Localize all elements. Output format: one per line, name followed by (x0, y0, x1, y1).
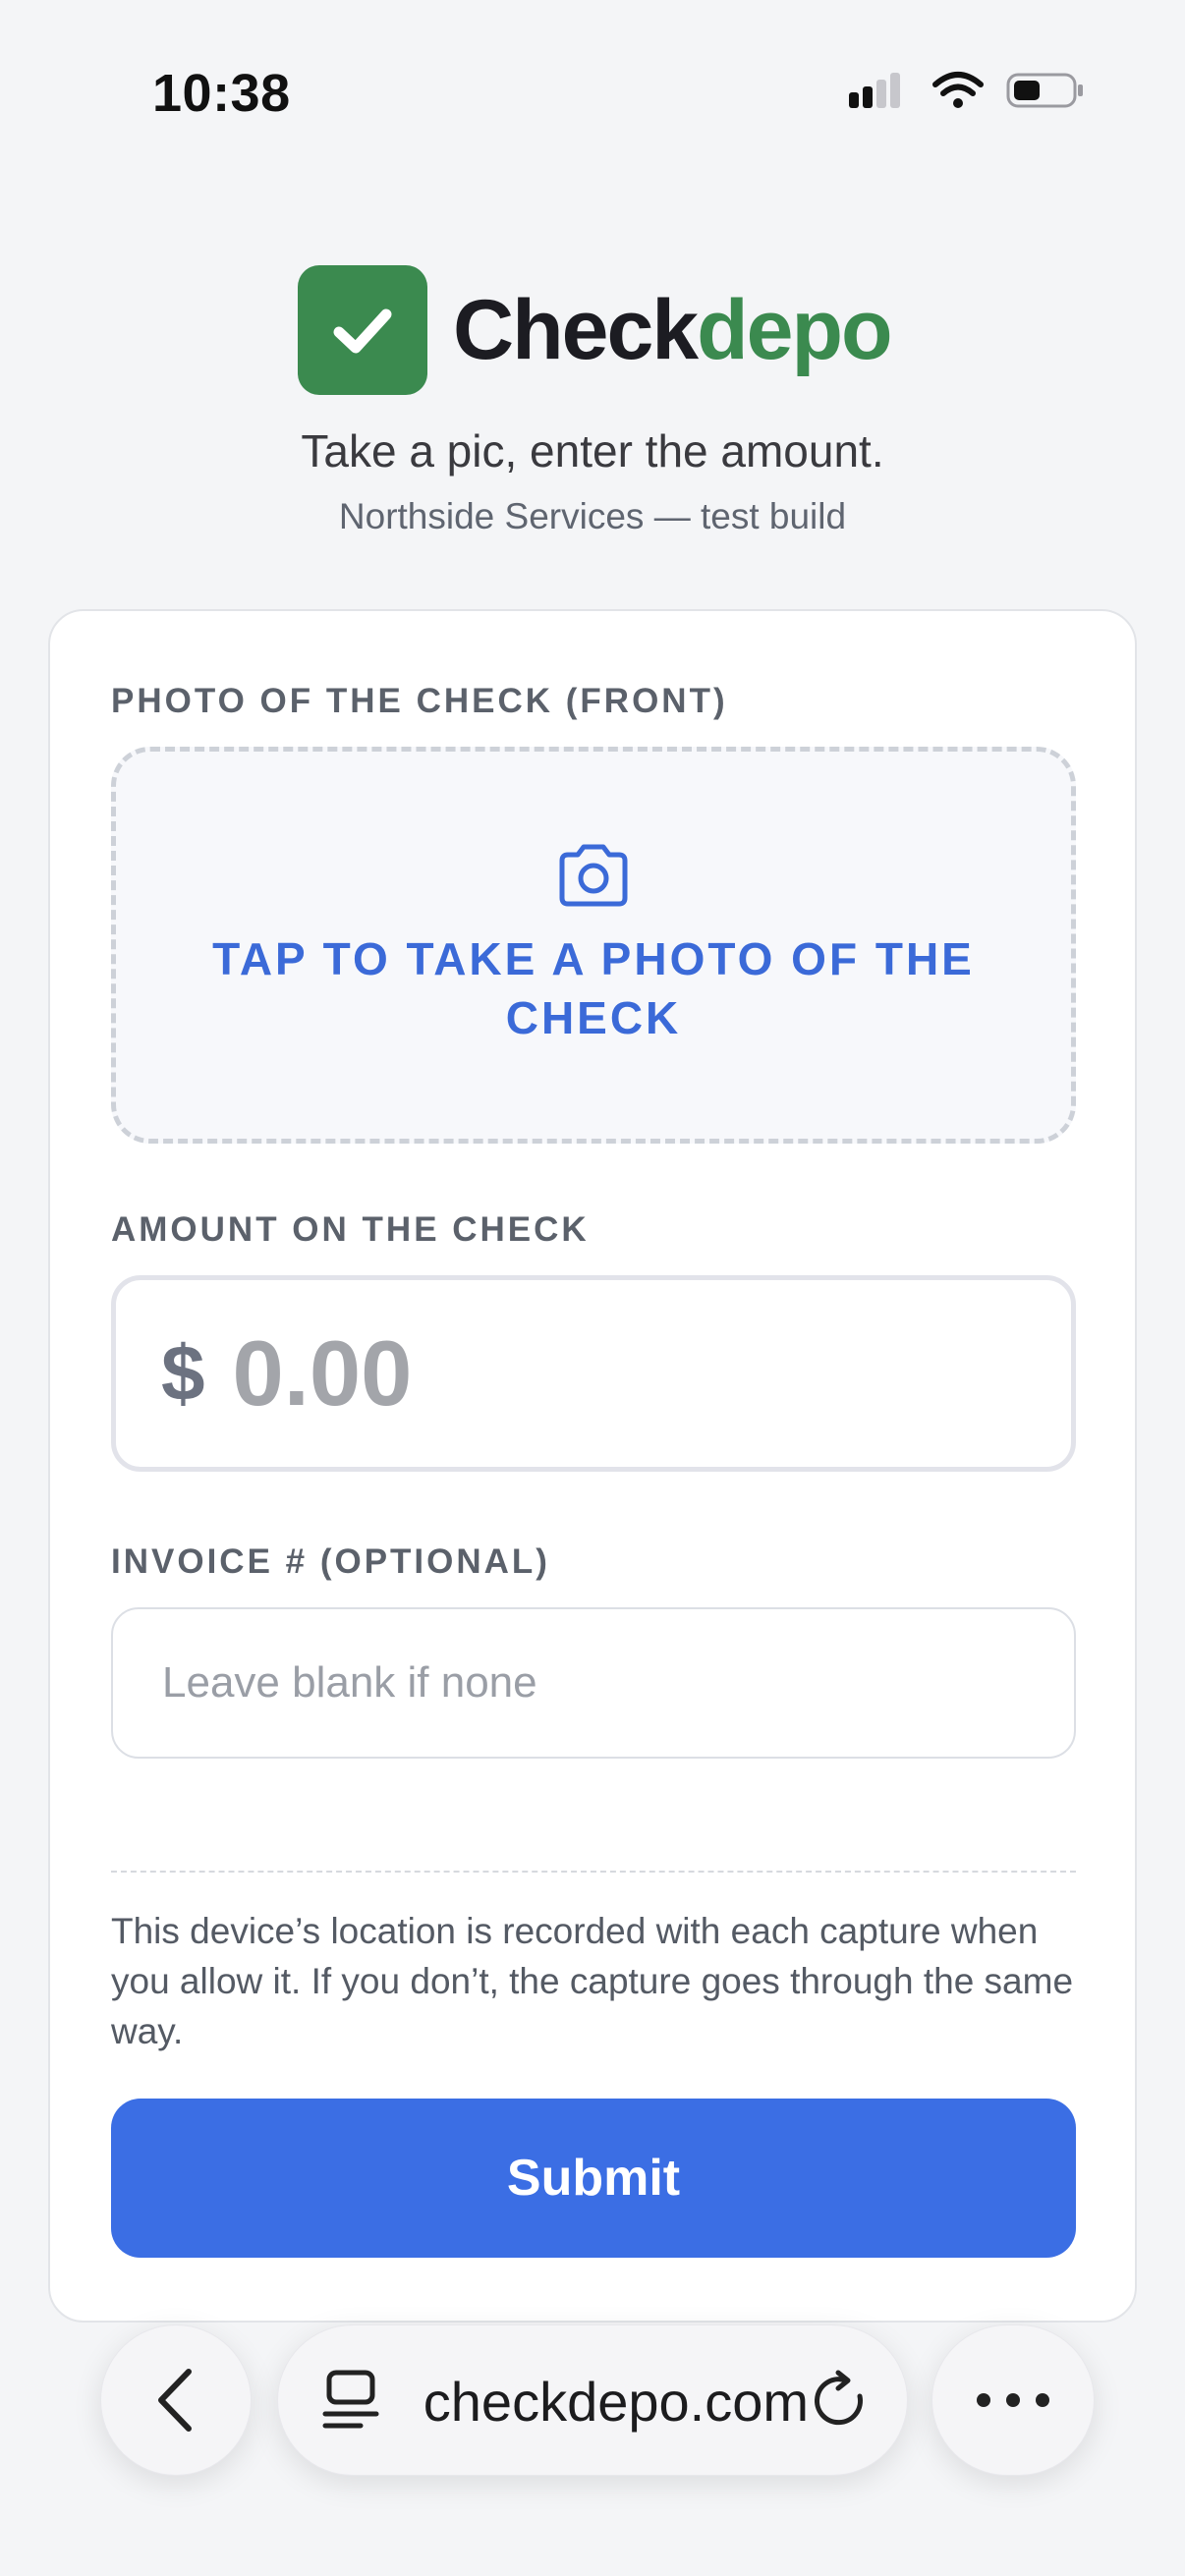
divider (111, 1871, 1076, 1873)
tabs-icon[interactable] (321, 2369, 382, 2434)
brand-header: Checkdepo (298, 265, 893, 395)
cellular-signal-icon (849, 73, 900, 108)
reload-icon[interactable] (809, 2369, 874, 2434)
invoice-input[interactable]: Leave blank if none (111, 1607, 1076, 1759)
amount-placeholder: 0.00 (232, 1321, 413, 1425)
more-icon (977, 2393, 1049, 2407)
subtitle: Northside Services — test build (338, 496, 847, 536)
photo-capture-button[interactable]: TAP TO TAKE A PHOTO OF THE CHECK (111, 747, 1076, 1144)
camera-icon (559, 844, 628, 907)
checkmark-logo-icon (298, 265, 427, 395)
photo-prompt: TAP TO TAKE A PHOTO OF THE CHECK (212, 933, 975, 1043)
photo-label: PHOTO OF THE CHECK (FRONT) (111, 682, 728, 720)
location-notice: This device’s location is recorded with … (111, 1911, 1074, 2051)
amount-input[interactable]: $ 0.00 (111, 1275, 1076, 1472)
address-bar[interactable]: checkdepo.com (277, 2324, 908, 2476)
battery-icon (1006, 73, 1083, 108)
status-icons (847, 71, 1085, 110)
brand-name-part2: depo (697, 283, 892, 377)
invoice-label: INVOICE # (OPTIONAL) (111, 1542, 550, 1581)
brand-name-part1: Check (453, 283, 699, 377)
status-bar: 10:38 (0, 0, 1185, 187)
invoice-placeholder: Leave blank if none (162, 1658, 537, 1707)
wifi-icon (932, 72, 984, 108)
brand-name: Checkdepo (453, 288, 893, 372)
url-text: checkdepo.com (423, 2370, 809, 2433)
currency-symbol: $ (161, 1329, 205, 1417)
back-icon (158, 2369, 192, 2432)
back-button[interactable] (100, 2324, 252, 2476)
tagline: Take a pic, enter the amount. (301, 425, 884, 476)
amount-label: AMOUNT ON THE CHECK (111, 1210, 590, 1249)
deposit-form-card: PHOTO OF THE CHECK (FRONT) TAP TO TAKE A… (48, 609, 1137, 2323)
submit-button[interactable]: Submit (111, 2099, 1076, 2258)
status-time: 10:38 (152, 64, 291, 123)
more-button[interactable] (931, 2324, 1095, 2476)
